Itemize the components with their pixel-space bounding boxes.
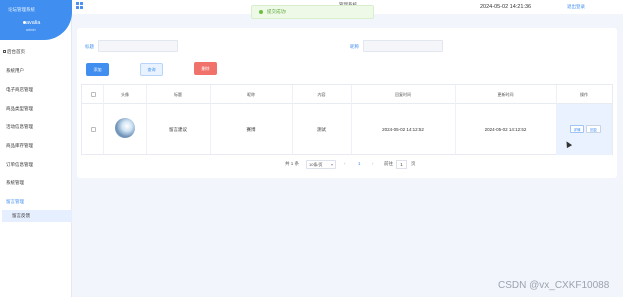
main-card: 标题 昵称 添加 查询 删除 头像 标题 昵称 内容 回复时间 更新时间 操作 … — [77, 28, 617, 178]
sidebar-item-users[interactable]: 系统用户 — [0, 65, 72, 77]
prev-page-button[interactable]: ‹ — [344, 161, 346, 166]
goto-label: 前往 — [384, 161, 393, 166]
sidebar-brand: 论坛管理系统 avalia admin — [0, 0, 72, 40]
sidebar-item-messages[interactable]: 留言管理 — [0, 196, 72, 208]
home-icon — [3, 50, 6, 54]
col-update-time: 更新时间 — [497, 92, 514, 97]
row-update-time: 2024-05-02 14:12:52 — [484, 127, 527, 132]
sidebar-item-home[interactable]: 后台首页 — [0, 46, 72, 58]
table-row: 留言建议 赛博 测试 2024-05-02 14:12:52 2024-05-0… — [82, 104, 612, 155]
row-title: 留言建议 — [169, 127, 187, 132]
page-number-current[interactable]: 1 — [358, 161, 361, 166]
col-avatar: 头像 — [121, 92, 129, 97]
query-button[interactable]: 查询 — [140, 63, 163, 76]
watermark: CSDN @vx_CXKF10088 — [498, 280, 610, 291]
sidebar-item-stock[interactable]: 商品库存管理 — [0, 140, 72, 152]
sidebar-item-feedback[interactable]: 留言反馈 — [2, 210, 72, 222]
table-header: 头像 标题 昵称 内容 回复时间 更新时间 操作 — [82, 85, 612, 104]
sidebar-item-orders[interactable]: 订单信息管理 — [0, 159, 72, 171]
delete-button[interactable]: 删除 — [194, 62, 217, 75]
detail-button[interactable]: 详情 — [570, 125, 584, 133]
row-avatar-image — [115, 118, 135, 138]
page-size-select[interactable]: 10条/页 ▾ — [306, 160, 336, 169]
sidebar: 论坛管理系统 avalia admin 后台首页 系统用户 电子商店管理 商品类… — [0, 0, 72, 297]
col-actions: 操作 — [580, 92, 588, 97]
col-nickname: 昵称 — [247, 92, 255, 97]
success-toast: 提交成功! — [251, 5, 374, 19]
sidebar-item-system[interactable]: 系统管理 — [0, 177, 72, 189]
title-filter-input[interactable] — [98, 40, 178, 52]
current-datetime: 2024-05-02 14:21:36 — [480, 4, 532, 10]
data-table: 头像 标题 昵称 内容 回复时间 更新时间 操作 留言建议 赛博 测试 2024… — [81, 84, 613, 155]
col-title: 标题 — [174, 92, 182, 97]
row-actions: 详情 回复 — [556, 104, 612, 155]
nickname-filter-input[interactable] — [363, 40, 443, 52]
check-circle-icon — [259, 9, 263, 14]
row-reply-time: 2024-05-02 14:12:52 — [382, 127, 424, 132]
system-name: 论坛管理系统 — [8, 7, 35, 12]
page-size-value: 10条/页 — [309, 162, 323, 167]
sidebar-item-label: 后台首页 — [7, 49, 25, 54]
col-content: 内容 — [317, 92, 326, 97]
title-filter-label: 标题 — [85, 44, 94, 49]
select-all-checkbox[interactable] — [91, 92, 96, 97]
chevron-down-icon: ▾ — [330, 162, 333, 167]
user-role: admin — [26, 28, 36, 32]
add-button[interactable]: 添加 — [86, 63, 109, 76]
sidebar-item-goods-type[interactable]: 商品类型管理 — [0, 103, 72, 115]
menu-grid-icon[interactable] — [76, 2, 83, 9]
page-unit-label: 页 — [411, 161, 416, 166]
sidebar-item-store[interactable]: 电子商店管理 — [0, 84, 72, 96]
nickname-filter-label: 昵称 — [350, 44, 359, 49]
next-page-button[interactable]: › — [372, 161, 374, 166]
username: avalia — [26, 20, 41, 26]
row-content: 测试 — [317, 127, 326, 132]
toast-message: 提交成功! — [267, 9, 287, 14]
row-checkbox[interactable] — [91, 127, 96, 132]
sidebar-item-activity[interactable]: 活动信息管理 — [0, 121, 72, 133]
reply-button[interactable]: 回复 — [586, 125, 601, 133]
pagination-total: 共 1 条 — [285, 161, 300, 166]
logout-link[interactable]: 退出登录 — [567, 4, 585, 10]
col-reply-time: 回复时间 — [395, 92, 411, 97]
goto-page-input[interactable]: 1 — [396, 160, 407, 169]
row-nickname: 赛博 — [246, 127, 256, 132]
